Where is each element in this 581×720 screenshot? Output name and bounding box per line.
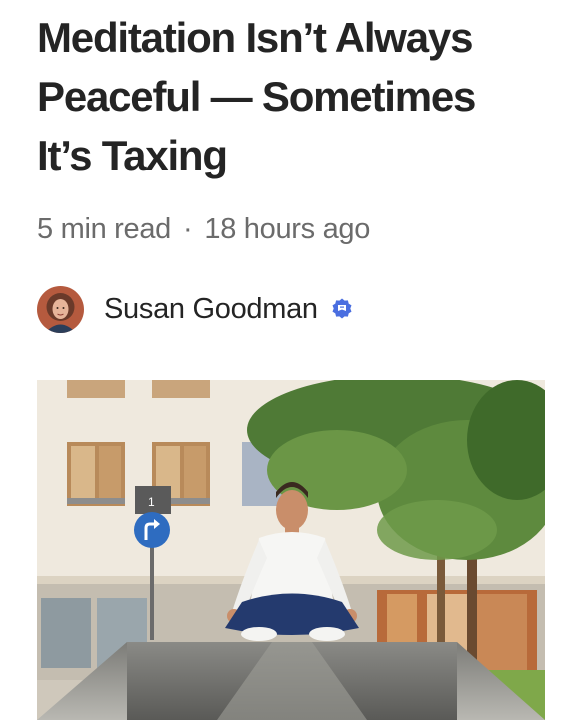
author-byline: Susan Goodman [37, 284, 354, 334]
article-title-line-3: It’s Taxing [37, 132, 228, 179]
publish-time: 18 hours ago [204, 213, 371, 245]
article-meta: 5 min read · 18 hours ago [37, 213, 370, 246]
turn-right-arrow-icon [134, 512, 170, 548]
sign-number: 1 [148, 495, 155, 509]
member-verified-icon [332, 298, 352, 319]
article-title-line-1: Meditation Isn’t Always [37, 14, 473, 61]
author-name[interactable]: Susan Goodman [104, 293, 318, 326]
read-time: 5 min read [37, 213, 172, 245]
hero-image: 1 [37, 380, 545, 720]
meta-separator: · [183, 213, 193, 245]
article-title-line-2: Peaceful — Sometimes [37, 73, 476, 120]
author-avatar[interactable] [37, 285, 84, 333]
article-title: Meditation Isn’t Always Peaceful — Somet… [37, 8, 557, 185]
